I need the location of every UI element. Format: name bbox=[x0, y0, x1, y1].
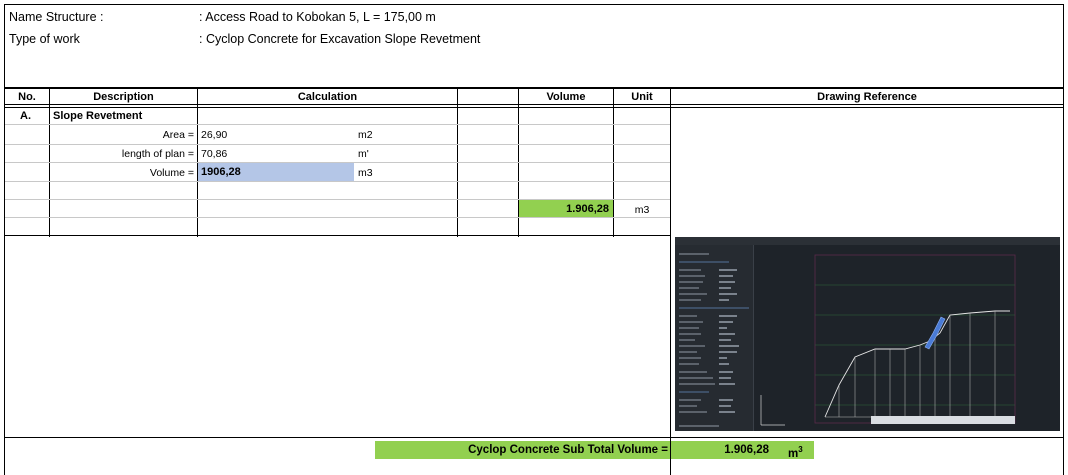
subtotal-label: Cyclop Concrete Sub Total Volume = bbox=[468, 444, 668, 456]
section-number: A. bbox=[20, 110, 31, 122]
subtotal-unit-base: m bbox=[788, 447, 799, 460]
drawing-reference-image bbox=[675, 237, 1060, 431]
length-unit: m' bbox=[358, 148, 369, 160]
type-of-work-value: : Cyclop Concrete for Excavation Slope R… bbox=[199, 32, 481, 46]
row-line-6 bbox=[5, 217, 670, 218]
area-value: 26,90 bbox=[201, 129, 228, 141]
row-line-1 bbox=[5, 124, 670, 125]
cad-command-line bbox=[871, 416, 1015, 424]
subtotal-unit: m3 bbox=[788, 443, 803, 461]
col-header-no: No. bbox=[18, 91, 36, 103]
type-of-work-label: Type of work bbox=[9, 32, 80, 46]
cad-drawing-viewport bbox=[760, 254, 1016, 426]
subtotal-value: 1.906,28 bbox=[724, 444, 769, 456]
col-header-calculation: Calculation bbox=[297, 91, 358, 103]
area-unit: m2 bbox=[358, 129, 373, 141]
section-title: Slope Revetment bbox=[53, 110, 143, 122]
row-line-7 bbox=[5, 235, 670, 236]
cad-properties-panel bbox=[675, 245, 754, 431]
volume-label: Volume = bbox=[149, 167, 194, 179]
subtotal-unit-superscript: 3 bbox=[798, 445, 803, 454]
col-header-description: Description bbox=[93, 91, 154, 103]
col-sep-6 bbox=[670, 88, 671, 475]
row-line-4 bbox=[5, 181, 670, 182]
area-label: Area = bbox=[162, 129, 194, 141]
cad-title-bar bbox=[675, 237, 1060, 245]
col-header-drawing-reference: Drawing Reference bbox=[817, 91, 917, 103]
col-header-unit: Unit bbox=[631, 91, 653, 103]
result-volume-unit: m3 bbox=[634, 204, 650, 216]
volume-unit: m3 bbox=[358, 167, 373, 179]
length-value: 70,86 bbox=[201, 148, 228, 160]
colheader-bottom-line bbox=[4, 104, 1064, 105]
border-top bbox=[4, 4, 1064, 5]
col-header-volume: Volume bbox=[546, 91, 586, 103]
row-line-2 bbox=[5, 144, 670, 145]
subtotal-top-line bbox=[4, 437, 1064, 438]
result-volume-value: 1.906,28 bbox=[566, 203, 609, 215]
name-structure-label: Name Structure : bbox=[9, 10, 104, 24]
length-label: length of plan = bbox=[121, 148, 194, 160]
volume-value: 1906,28 bbox=[201, 166, 241, 178]
body-top-line bbox=[4, 107, 1064, 108]
border-left bbox=[4, 4, 5, 475]
header-bottom-line bbox=[4, 87, 1064, 89]
border-right bbox=[1063, 4, 1064, 475]
name-structure-value: : Access Road to Kobokan 5, L = 175,00 m bbox=[199, 10, 436, 24]
